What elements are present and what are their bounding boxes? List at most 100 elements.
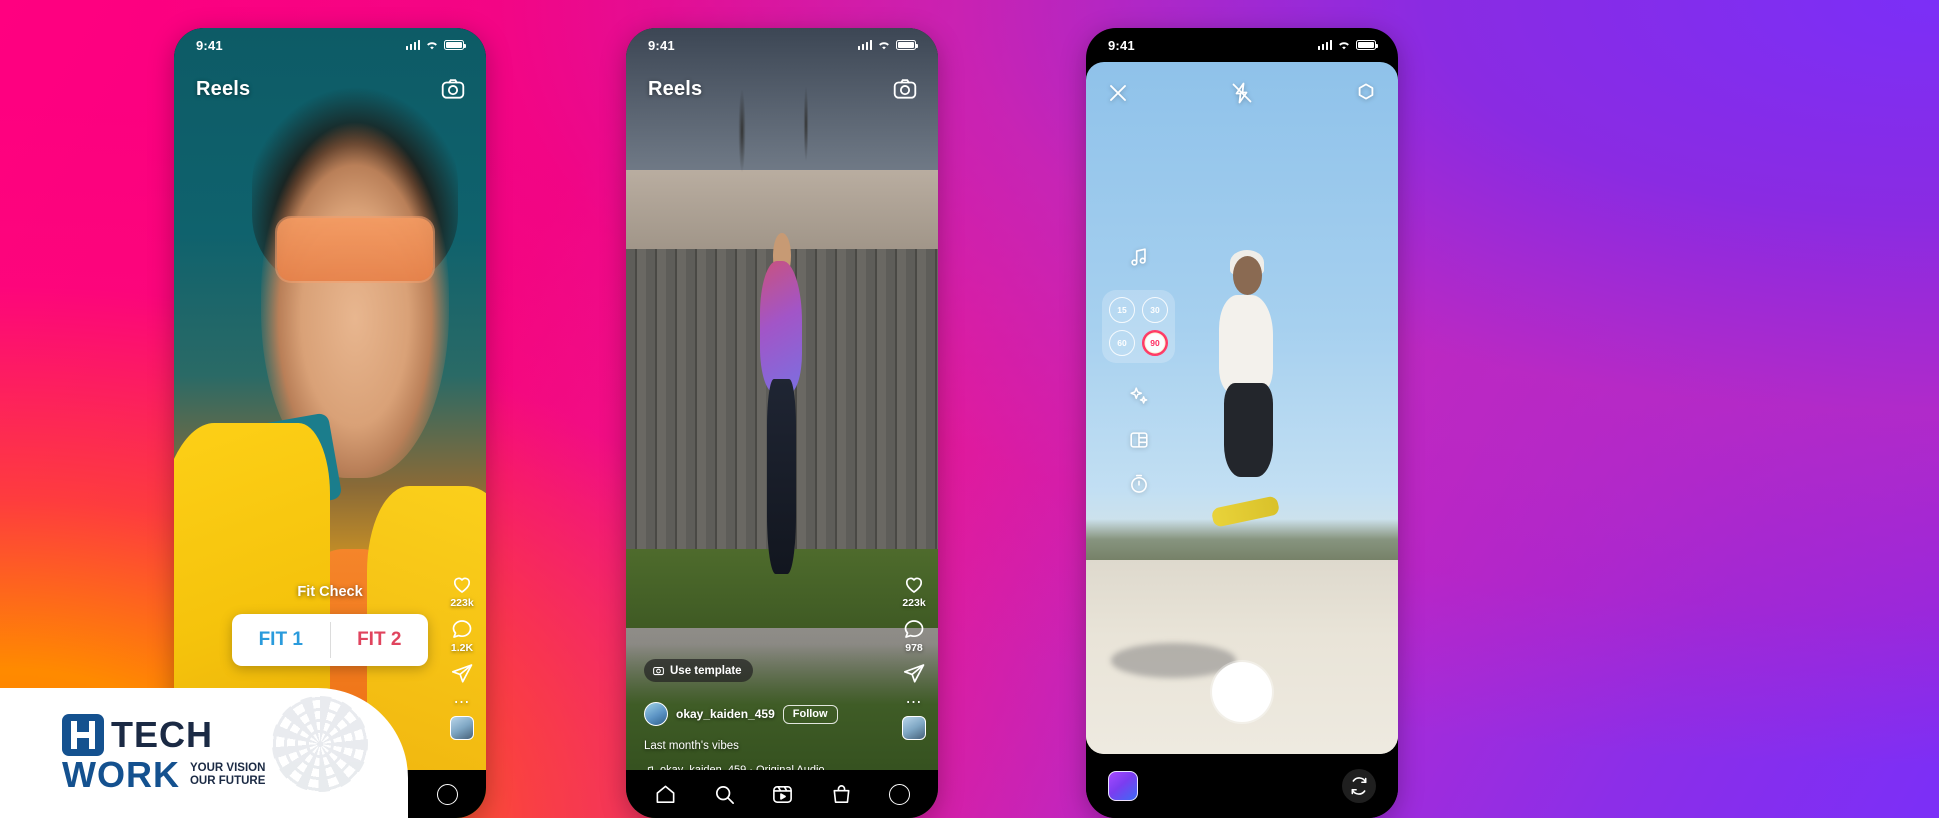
wifi-icon <box>427 41 437 49</box>
timer-icon[interactable] <box>1128 473 1150 495</box>
phone3-screen: 9:41 15 30 60 90 <box>1086 28 1398 818</box>
avatar[interactable] <box>644 702 668 726</box>
cellular-signal-icon <box>405 40 420 50</box>
decor-dancer-torso <box>759 261 802 394</box>
decor-tree <box>682 43 882 218</box>
battery-icon <box>1356 40 1378 50</box>
sparkles-icon[interactable] <box>1128 385 1150 407</box>
globe-icon <box>272 696 368 792</box>
phone3-status-bar: 9:41 <box>1086 28 1398 62</box>
decor-dancer <box>751 233 813 581</box>
decor-dancer-legs <box>767 379 796 575</box>
poll-option-2[interactable]: FIT 2 <box>331 614 429 666</box>
phone2-action-rail: 223k 978 ⋯ <box>902 572 926 740</box>
phone2-screen: 9:41 Reels 223k 978 ⋯ Use template okay_… <box>626 28 938 818</box>
like-button[interactable]: 223k <box>450 572 474 609</box>
tagline-line-1: YOUR VISION <box>189 762 266 775</box>
logo-tech-text: TECH <box>111 714 213 756</box>
status-indicators <box>1317 40 1378 51</box>
like-count: 223k <box>902 597 926 609</box>
layout-icon[interactable] <box>1128 429 1150 451</box>
caption: Last month's vibes <box>644 740 739 752</box>
duration-option-60[interactable]: 60 <box>1109 330 1135 356</box>
cellular-signal-icon <box>1317 40 1332 50</box>
phone1-action-rail: 223k 1.2K ⋯ <box>450 572 474 740</box>
profile-icon[interactable] <box>437 783 459 805</box>
page-title: Reels <box>648 78 703 100</box>
flip-camera-icon[interactable] <box>1342 769 1376 803</box>
close-icon[interactable] <box>1106 81 1130 105</box>
decor-skater-legs <box>1223 383 1273 478</box>
more-options-icon[interactable]: ⋯ <box>454 695 471 711</box>
cellular-signal-icon <box>857 40 872 50</box>
status-time: 9:41 <box>196 37 223 53</box>
like-count: 223k <box>450 597 474 609</box>
camera-footer <box>1086 754 1398 818</box>
decor-shadow <box>1110 643 1236 678</box>
wifi-icon <box>1339 41 1349 49</box>
duration-selector: 15 30 60 90 <box>1102 290 1175 363</box>
decor-sunglasses <box>276 217 433 281</box>
share-icon[interactable] <box>450 662 474 686</box>
music-note-icon[interactable] <box>1128 246 1150 268</box>
decor-skater <box>1192 250 1304 533</box>
audio-thumbnail[interactable] <box>450 716 474 740</box>
settings-icon[interactable] <box>1354 81 1378 105</box>
phone2-bottom-nav <box>626 770 938 818</box>
use-template-button[interactable]: Use template <box>644 659 753 682</box>
wifi-icon <box>879 41 889 49</box>
camera-icon[interactable] <box>892 76 918 102</box>
poll-sticker[interactable]: FIT 1 FIT 2 <box>232 614 428 666</box>
decor-skater-body <box>1219 294 1273 395</box>
phone2-video[interactable] <box>626 28 938 818</box>
logo-top-row: TECH <box>62 714 265 757</box>
comment-count: 1.2K <box>450 642 474 654</box>
duration-option-90[interactable]: 90 <box>1142 330 1168 356</box>
poll-option-1[interactable]: FIT 1 <box>232 614 330 666</box>
status-time: 9:41 <box>1108 37 1135 53</box>
logo-work-text: WORK <box>62 754 180 796</box>
status-time: 9:41 <box>648 37 675 53</box>
decor-skateboard <box>1211 495 1281 529</box>
gallery-thumbnail[interactable] <box>1108 771 1138 801</box>
comment-button[interactable]: 978 <box>902 617 926 654</box>
comment-count: 978 <box>905 642 923 654</box>
more-options-icon[interactable]: ⋯ <box>906 695 923 711</box>
comment-button[interactable]: 1.2K <box>450 617 474 654</box>
camera-top-controls <box>1086 72 1398 114</box>
phone2-status-bar: 9:41 <box>626 28 938 62</box>
shutter-button[interactable] <box>1212 662 1272 722</box>
logo-h-mark <box>62 714 104 757</box>
duration-option-30[interactable]: 30 <box>1142 297 1168 323</box>
author-row: okay_kaiden_459 Follow <box>644 702 878 726</box>
search-icon[interactable] <box>713 783 736 806</box>
camera-side-tools: 15 30 60 90 <box>1102 246 1175 495</box>
reels-icon[interactable] <box>771 783 794 806</box>
duration-option-15[interactable]: 15 <box>1109 297 1135 323</box>
username[interactable]: okay_kaiden_459 <box>676 707 775 721</box>
watermark-hitechwork: TECH WORK YOUR VISION OUR FUTURE <box>0 688 408 818</box>
battery-icon <box>444 40 466 50</box>
follow-button[interactable]: Follow <box>782 704 838 724</box>
phone-camera: 9:41 15 30 60 90 <box>1086 28 1398 818</box>
tagline-line-2: OUR FUTURE <box>189 775 266 788</box>
battery-icon <box>896 40 918 50</box>
page-title: Reels <box>196 78 251 100</box>
use-template-label: Use template <box>670 664 742 677</box>
phone-reels-feed: 9:41 Reels 223k 978 ⋯ Use template okay_… <box>626 28 938 818</box>
shop-icon[interactable] <box>830 783 853 806</box>
logo-tagline: YOUR VISION OUR FUTURE <box>190 762 265 791</box>
share-icon[interactable] <box>902 662 926 686</box>
camera-icon <box>653 667 664 676</box>
audio-thumbnail[interactable] <box>902 716 926 740</box>
poll-title: Fit Check <box>297 584 363 600</box>
profile-icon[interactable] <box>889 783 911 805</box>
home-icon[interactable] <box>654 783 677 806</box>
logo-bottom-row: WORK YOUR VISION OUR FUTURE <box>62 754 265 796</box>
logo: TECH WORK YOUR VISION OUR FUTURE <box>62 714 265 796</box>
phone1-status-bar: 9:41 <box>174 28 486 62</box>
camera-icon[interactable] <box>440 76 466 102</box>
status-indicators <box>405 40 466 51</box>
like-button[interactable]: 223k <box>902 572 926 609</box>
flash-off-icon[interactable] <box>1230 81 1254 105</box>
